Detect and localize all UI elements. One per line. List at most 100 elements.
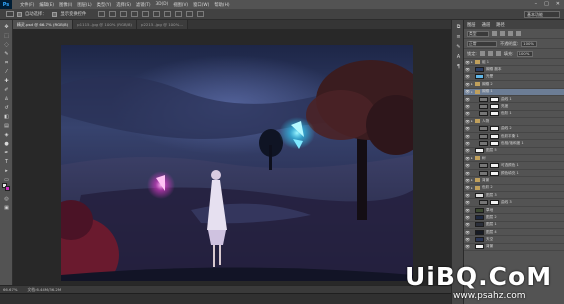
visibility-eye-icon[interactable]: 👁: [464, 73, 471, 80]
layer-row[interactable]: 👁 曲线 3: [464, 199, 564, 207]
blend-mode-select[interactable]: 正常: [467, 40, 497, 47]
menu-3d[interactable]: 3D(D): [156, 2, 169, 8]
visibility-eye-icon[interactable]: 👁: [464, 110, 471, 117]
layer-thumbnail[interactable]: [475, 207, 484, 213]
layer-row[interactable]: 👁 图层 5: [464, 147, 564, 156]
layer-row[interactable]: 👁 ▸ 蝴蝶 2: [464, 81, 564, 89]
canvas-area[interactable]: [13, 29, 451, 285]
visibility-eye-icon[interactable]: 👁: [464, 155, 471, 162]
layer-row[interactable]: 👁 背景: [464, 243, 564, 252]
layer-thumbnail[interactable]: [475, 229, 484, 235]
history-brush-tool-icon[interactable]: ↺: [3, 105, 10, 111]
blur-tool-icon[interactable]: ◈: [3, 132, 10, 138]
visibility-eye-icon[interactable]: 👁: [464, 184, 471, 191]
visibility-eye-icon[interactable]: 👁: [464, 125, 471, 132]
layer-row[interactable]: 👁 蝴蝶 副本: [464, 66, 564, 74]
close-button[interactable]: ✕: [556, 1, 560, 7]
crop-tool-icon[interactable]: ⌗: [3, 60, 10, 66]
layer-thumbnail[interactable]: [475, 74, 484, 80]
layer-row[interactable]: 👁 ▸ 人物: [464, 118, 564, 126]
eyedropper-tool-icon[interactable]: ⁄: [3, 69, 10, 75]
healing-tool-icon[interactable]: ✚: [3, 78, 10, 84]
visibility-eye-icon[interactable]: 👁: [464, 133, 471, 140]
stamp-tool-icon[interactable]: ♙: [3, 96, 10, 102]
layer-row[interactable]: 👁 图层 2: [464, 214, 564, 222]
gradient-tool-icon[interactable]: ▤: [3, 123, 10, 129]
layer-row[interactable]: 👁 天空: [464, 236, 564, 244]
history-panel-icon[interactable]: ⧉: [455, 24, 462, 30]
properties-panel-icon[interactable]: ≡: [455, 34, 462, 40]
layer-row[interactable]: 👁 曲线 1: [464, 96, 564, 104]
layer-row[interactable]: 👁 颜色填充 1: [464, 170, 564, 178]
menu-view[interactable]: 视图(V): [173, 2, 188, 8]
visibility-eye-icon[interactable]: 👁: [464, 118, 471, 125]
tab-document-2[interactable]: p1115..jpg @ 100% (RGB/8): [73, 20, 137, 29]
layer-filter-select[interactable]: 类型: [467, 30, 489, 37]
layer-mask-thumbnail[interactable]: [490, 170, 499, 176]
move-tool-icon[interactable]: ✥: [3, 24, 10, 30]
3d-mode-icon[interactable]: [186, 11, 194, 17]
pen-tool-icon[interactable]: ✒: [3, 150, 10, 156]
marquee-tool-icon[interactable]: ⬚: [3, 33, 10, 39]
paragraph-panel-icon[interactable]: ¶: [455, 64, 462, 70]
layer-row[interactable]: 👁 ▸ 背景: [464, 177, 564, 185]
visibility-eye-icon[interactable]: 👁: [464, 170, 471, 177]
character-panel-icon[interactable]: A: [455, 54, 462, 60]
tab-layers[interactable]: 图层: [467, 22, 476, 28]
brush-tool-icon[interactable]: ✐: [3, 87, 10, 93]
align-center-icon[interactable]: [142, 11, 150, 17]
layer-mask-thumbnail[interactable]: [490, 200, 499, 206]
tab-paths[interactable]: 路径: [496, 22, 505, 28]
layer-mask-thumbnail[interactable]: [490, 133, 499, 139]
menu-window[interactable]: 窗口(W): [193, 2, 209, 8]
visibility-eye-icon[interactable]: 👁: [464, 177, 471, 184]
layer-mask-thumbnail[interactable]: [490, 140, 499, 146]
layer-thumbnail[interactable]: [475, 148, 484, 154]
visibility-eye-icon[interactable]: 👁: [464, 214, 471, 221]
align-left-icon[interactable]: [131, 11, 139, 17]
lock-all-icon[interactable]: [495, 51, 501, 56]
visibility-eye-icon[interactable]: 👁: [464, 207, 471, 214]
show-transform-checkbox[interactable]: [52, 11, 58, 17]
menu-help[interactable]: 帮助(H): [214, 2, 229, 8]
visibility-eye-icon[interactable]: 👁: [464, 229, 471, 236]
visibility-eye-icon[interactable]: 👁: [464, 192, 471, 199]
menu-select[interactable]: 选择(S): [116, 2, 131, 8]
layer-row[interactable]: 👁 ▸ 组 1: [464, 59, 564, 67]
opacity-input[interactable]: 100%: [521, 40, 538, 47]
visibility-eye-icon[interactable]: 👁: [464, 162, 471, 169]
visibility-eye-icon[interactable]: 👁: [464, 236, 471, 243]
layer-thumbnail[interactable]: [475, 244, 484, 250]
tab-channels[interactable]: 通道: [482, 22, 491, 28]
layer-row[interactable]: 👁 光晕: [464, 73, 564, 82]
quick-mask-icon[interactable]: ◎: [3, 196, 10, 202]
brush-panel-icon[interactable]: ✎: [455, 44, 462, 50]
visibility-eye-icon[interactable]: 👁: [464, 140, 471, 147]
layer-row[interactable]: 👁 可选颜色 1: [464, 162, 564, 170]
menu-image[interactable]: 图像(I): [59, 2, 72, 8]
layer-thumbnail[interactable]: [475, 67, 484, 73]
layer-mask-thumbnail[interactable]: [490, 126, 499, 132]
layer-thumbnail[interactable]: [475, 192, 484, 198]
quick-select-tool-icon[interactable]: ✎: [3, 51, 10, 57]
workspace-select[interactable]: 基本功能: [524, 11, 560, 18]
layer-row[interactable]: 👁 ▸ 蝴蝶 1: [464, 88, 564, 96]
visibility-eye-icon[interactable]: 👁: [464, 96, 471, 103]
layer-row[interactable]: 👁 色阶 1: [464, 110, 564, 119]
eraser-tool-icon[interactable]: ◧: [3, 114, 10, 120]
type-tool-icon[interactable]: T: [3, 159, 10, 165]
distribute-icon[interactable]: [164, 11, 172, 17]
layer-mask-thumbnail[interactable]: [490, 163, 499, 169]
visibility-eye-icon[interactable]: 👁: [464, 147, 471, 154]
visibility-eye-icon[interactable]: 👁: [464, 81, 471, 88]
layer-mask-thumbnail[interactable]: [490, 111, 499, 117]
layer-thumbnail[interactable]: [475, 222, 484, 228]
move-tool-preset-icon[interactable]: [6, 11, 14, 17]
visibility-eye-icon[interactable]: 👁: [464, 199, 471, 206]
visibility-eye-icon[interactable]: 👁: [464, 59, 471, 66]
lasso-tool-icon[interactable]: ◌: [3, 42, 10, 48]
3d-rotate-icon[interactable]: [197, 11, 205, 17]
visibility-eye-icon[interactable]: 👁: [464, 243, 471, 250]
layer-row[interactable]: 👁 ▸ 色彩 2: [464, 184, 564, 193]
layer-row[interactable]: 👁 图层 3: [464, 192, 564, 200]
